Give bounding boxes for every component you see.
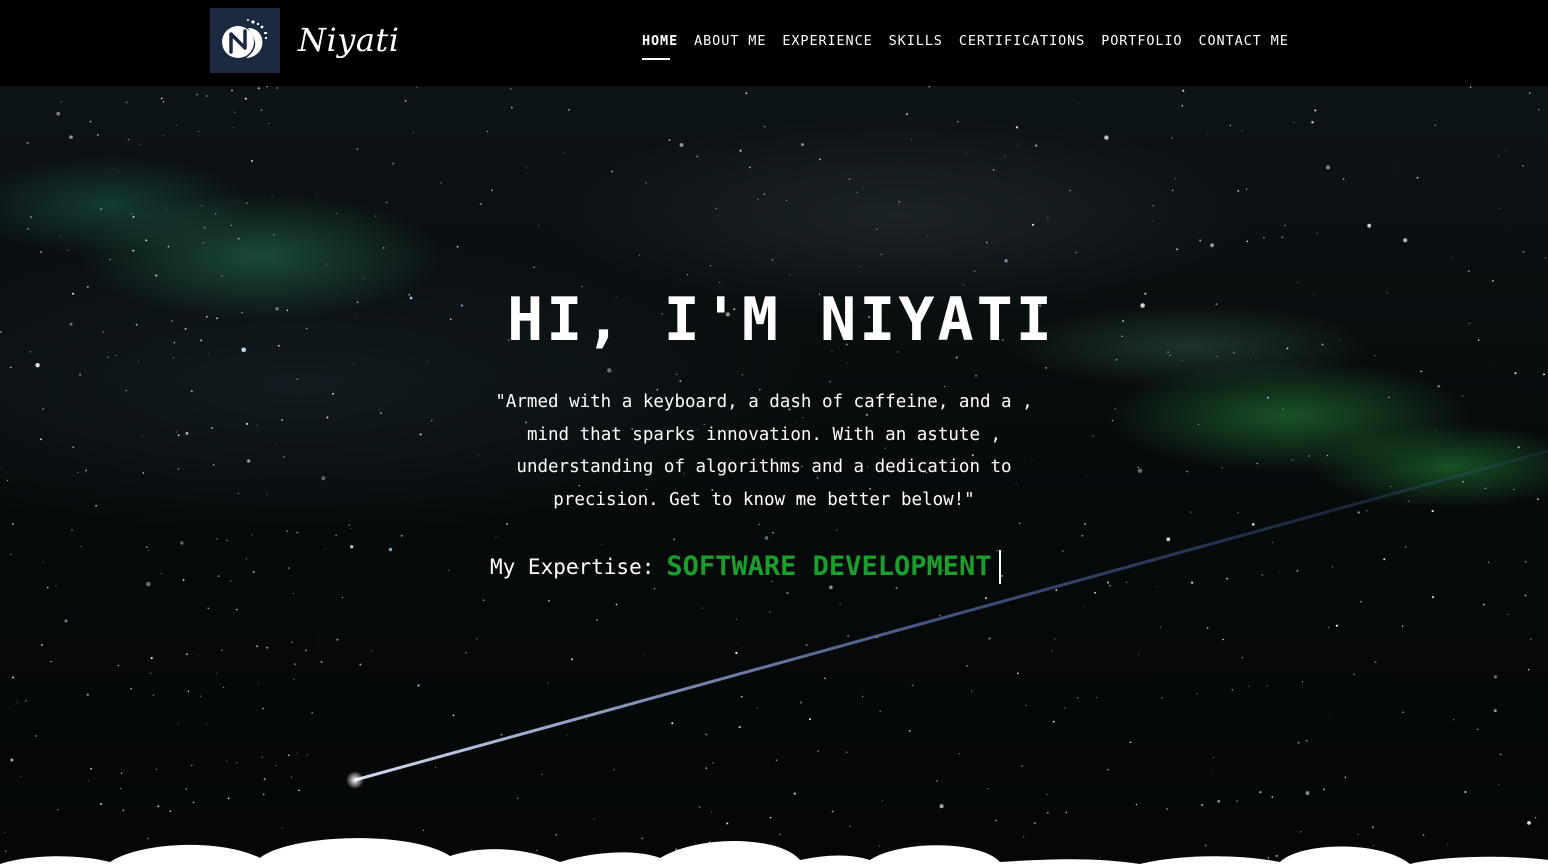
- typing-cursor: [999, 550, 1002, 584]
- expertise-line: My Expertise: SOFTWARE DEVELOPMENT: [490, 549, 1002, 585]
- nav-item-certifications[interactable]: CERTIFICATIONS: [959, 30, 1085, 52]
- nav-item-about-me[interactable]: ABOUT ME: [694, 30, 766, 52]
- hero-quote-line: "Armed with a keyboard, a dash of caffei…: [495, 392, 1033, 412]
- nav-item-experience[interactable]: EXPERIENCE: [782, 30, 872, 52]
- brand-name[interactable]: Niyati: [298, 18, 399, 62]
- hero-quote-line: mind that sparks innovation. With an ast…: [526, 424, 1002, 445]
- stylized-n-logo-icon: [218, 14, 272, 68]
- page: Niyati HOME ABOUT ME EXPERIENCE SKILLS C…: [0, 0, 1548, 868]
- nav-item-home[interactable]: HOME: [642, 30, 678, 60]
- navbar: Niyati HOME ABOUT ME EXPERIENCE SKILLS C…: [0, 0, 1548, 86]
- main-nav: HOME ABOUT ME EXPERIENCE SKILLS CERTIFIC…: [642, 30, 1289, 60]
- logo-link[interactable]: [210, 8, 280, 73]
- expertise-label: My Expertise:: [490, 555, 655, 579]
- hero-section: HI, I'M NIYATI "Armed with a keyboard, a…: [0, 86, 1548, 868]
- nav-item-contact-me[interactable]: CONTACT ME: [1198, 30, 1288, 52]
- nav-item-portfolio[interactable]: PORTFOLIO: [1101, 30, 1182, 52]
- hero-quote: "Armed with a keyboard, a dash of caffei…: [474, 386, 1054, 516]
- hero-quote-line: precision. Get to know me better below!": [553, 489, 975, 510]
- hero-title: HI, I'M NIYATI: [507, 285, 1055, 355]
- expertise-typed-text: SOFTWARE DEVELOPMENT: [666, 551, 992, 582]
- meteor-head: [346, 771, 364, 789]
- hero-quote-line: understanding of algorithms and a dedica…: [516, 457, 1012, 477]
- cloud-divider: [0, 838, 1548, 868]
- nav-item-skills[interactable]: SKILLS: [889, 30, 943, 52]
